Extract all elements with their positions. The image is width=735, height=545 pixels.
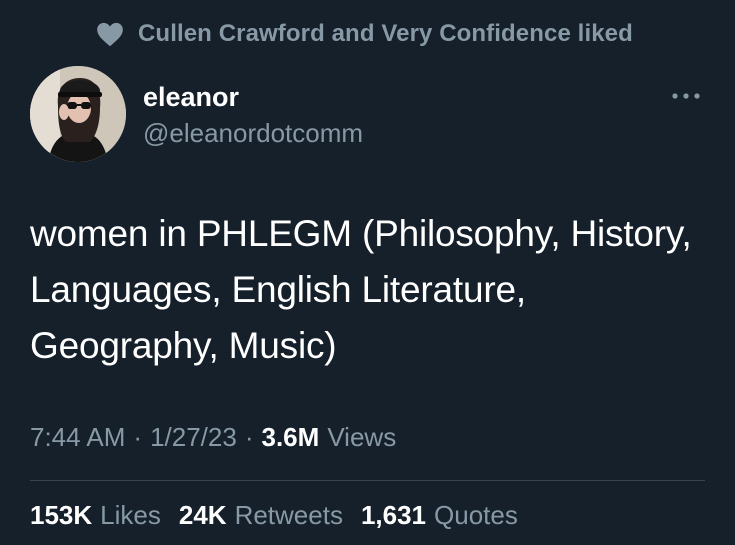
- quotes-count: 1,631: [360, 500, 427, 530]
- author-handle[interactable]: @eleanordotcomm: [143, 116, 363, 150]
- retweets-count: 24K: [178, 500, 227, 530]
- tweet-date[interactable]: 1/27/23: [150, 422, 237, 453]
- likes-count: 153K: [30, 500, 93, 530]
- likes-label: Likes: [100, 500, 161, 530]
- social-context[interactable]: Cullen Crawford and Very Confidence like…: [96, 18, 633, 50]
- quotes-label: Quotes: [434, 500, 518, 530]
- avatar[interactable]: [30, 66, 126, 162]
- views-count: 3.6M: [261, 422, 320, 452]
- likes-stat[interactable]: 153K Likes: [30, 500, 161, 531]
- tweet-time[interactable]: 7:44 AM: [30, 422, 125, 453]
- meta-separator: ·: [244, 422, 254, 452]
- author-name[interactable]: eleanor: [143, 80, 363, 114]
- retweets-stat[interactable]: 24K Retweets: [179, 500, 343, 531]
- tweet-meta: 7:44 AM · 1/27/23 · 3.6M Views: [30, 422, 396, 453]
- meta-separator: ·: [133, 422, 143, 452]
- tweet-text: women in PHLEGM (Philosophy, History, La…: [30, 213, 692, 366]
- author-info[interactable]: eleanor @eleanordotcomm: [143, 80, 363, 150]
- tweet-stats: 153K Likes 24K Retweets 1,631 Quotes: [30, 500, 536, 531]
- views-label: Views: [327, 422, 397, 452]
- retweets-label: Retweets: [234, 500, 343, 530]
- more-options-button[interactable]: [668, 86, 704, 106]
- liked-by-text: Cullen Crawford and Very Confidence like…: [138, 20, 633, 47]
- divider: [30, 480, 705, 481]
- more-horizontal-icon: [671, 87, 701, 105]
- heart-icon: [96, 21, 124, 47]
- quotes-stat[interactable]: 1,631 Quotes: [361, 500, 518, 531]
